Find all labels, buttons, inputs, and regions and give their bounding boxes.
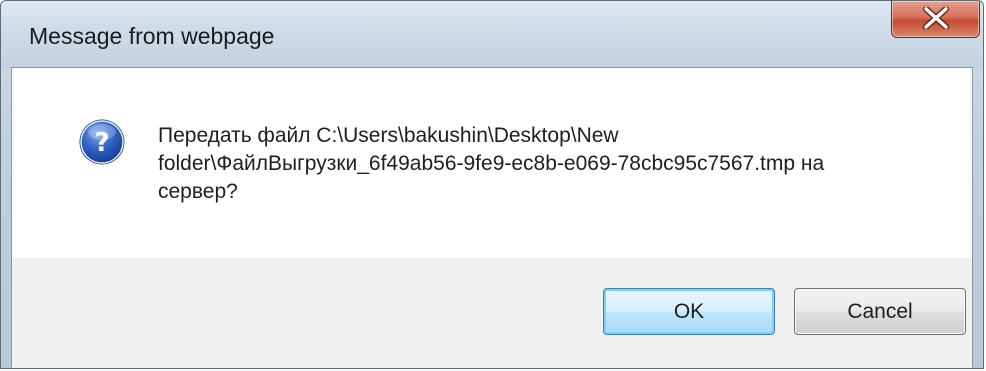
title-bar[interactable]: Message from webpage [1, 1, 983, 67]
close-button[interactable] [891, 1, 980, 38]
dialog-message: Передать файл C:\Users\bakushin\Desktop\… [158, 124, 825, 203]
svg-text:?: ? [94, 128, 109, 158]
dialog-body: ? Передать файл C:\Users\bakushin\Deskto… [11, 67, 973, 368]
dialog-title: Message from webpage [29, 23, 275, 49]
cancel-button[interactable]: Cancel [794, 288, 966, 335]
ok-button[interactable]: OK [603, 288, 775, 335]
dialog-window: Message from webpage ? Передать файл C:\… [0, 0, 984, 369]
button-bar: OK Cancel [12, 258, 972, 368]
question-icon: ? [79, 119, 125, 165]
message-area: ? Передать файл C:\Users\bakushin\Deskto… [12, 68, 972, 258]
close-icon [922, 6, 949, 29]
